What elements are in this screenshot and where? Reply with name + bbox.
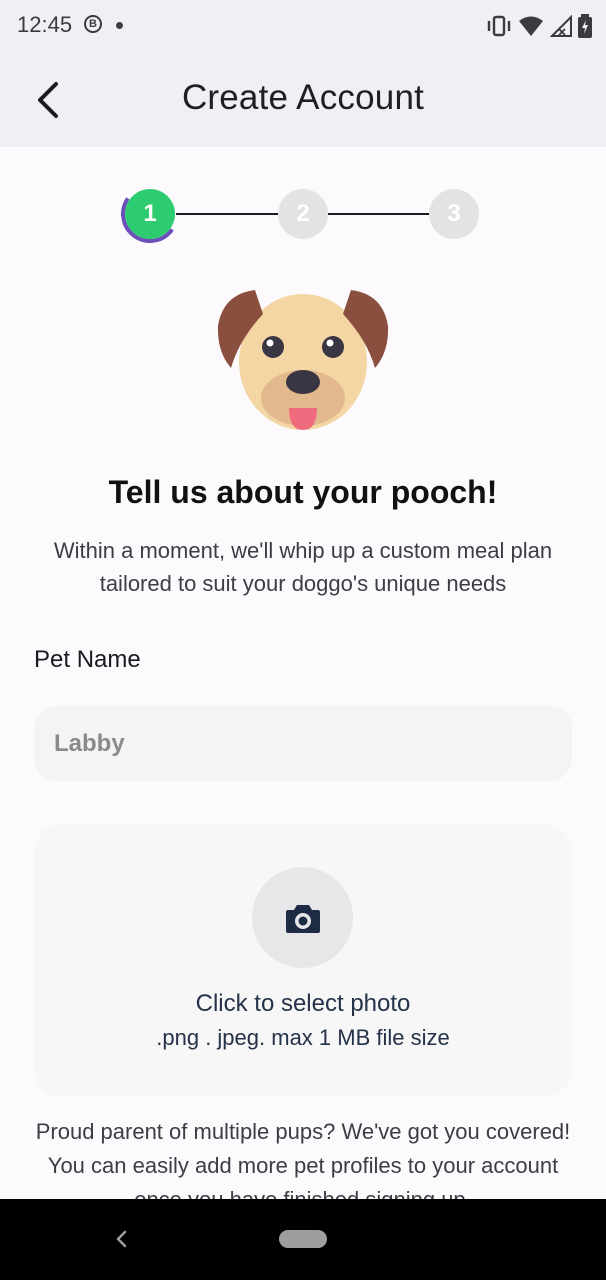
battery-charging-icon xyxy=(578,14,592,38)
photo-upload-hint: .png . jpeg. max 1 MB file size xyxy=(156,1025,450,1050)
signal-icon xyxy=(550,15,572,37)
nav-home-pill[interactable] xyxy=(279,1230,327,1248)
nav-back-icon[interactable] xyxy=(110,1225,134,1253)
vibrate-icon xyxy=(487,15,511,37)
pet-name-label: Pet Name xyxy=(34,646,141,673)
pet-name-placeholder: Labby xyxy=(54,729,125,757)
step-2: 2 xyxy=(278,189,328,239)
camera-icon xyxy=(285,904,320,933)
intro-subtitle: Within a moment, we'll whip up a custom … xyxy=(53,538,553,596)
step-1: 1 xyxy=(125,189,175,239)
intro-heading: Tell us about your pooch! xyxy=(108,474,498,510)
photo-upload-title: Click to select photo xyxy=(195,990,411,1017)
notification-dot-icon xyxy=(116,22,123,29)
progress-stepper: 1 2 3 xyxy=(0,180,606,248)
step-3: 3 xyxy=(429,189,479,239)
wifi-icon xyxy=(519,16,543,36)
page-title: Create Account xyxy=(181,78,425,117)
camera-button[interactable] xyxy=(252,867,353,968)
app-bar: Create Account xyxy=(0,52,606,147)
notification-badge-icon: B xyxy=(84,15,102,33)
photo-upload-area[interactable]: Click to select photo .png . jpeg. max 1… xyxy=(34,824,572,1097)
system-nav-bar xyxy=(0,1199,606,1280)
step-connector xyxy=(176,213,278,215)
step-connector xyxy=(328,213,429,215)
pet-name-input[interactable]: Labby xyxy=(34,706,572,781)
status-time: 12:45 xyxy=(17,12,73,37)
status-icons xyxy=(486,14,592,38)
dog-face-illustration xyxy=(217,290,389,430)
status-bar: 12:45 B xyxy=(0,0,606,52)
